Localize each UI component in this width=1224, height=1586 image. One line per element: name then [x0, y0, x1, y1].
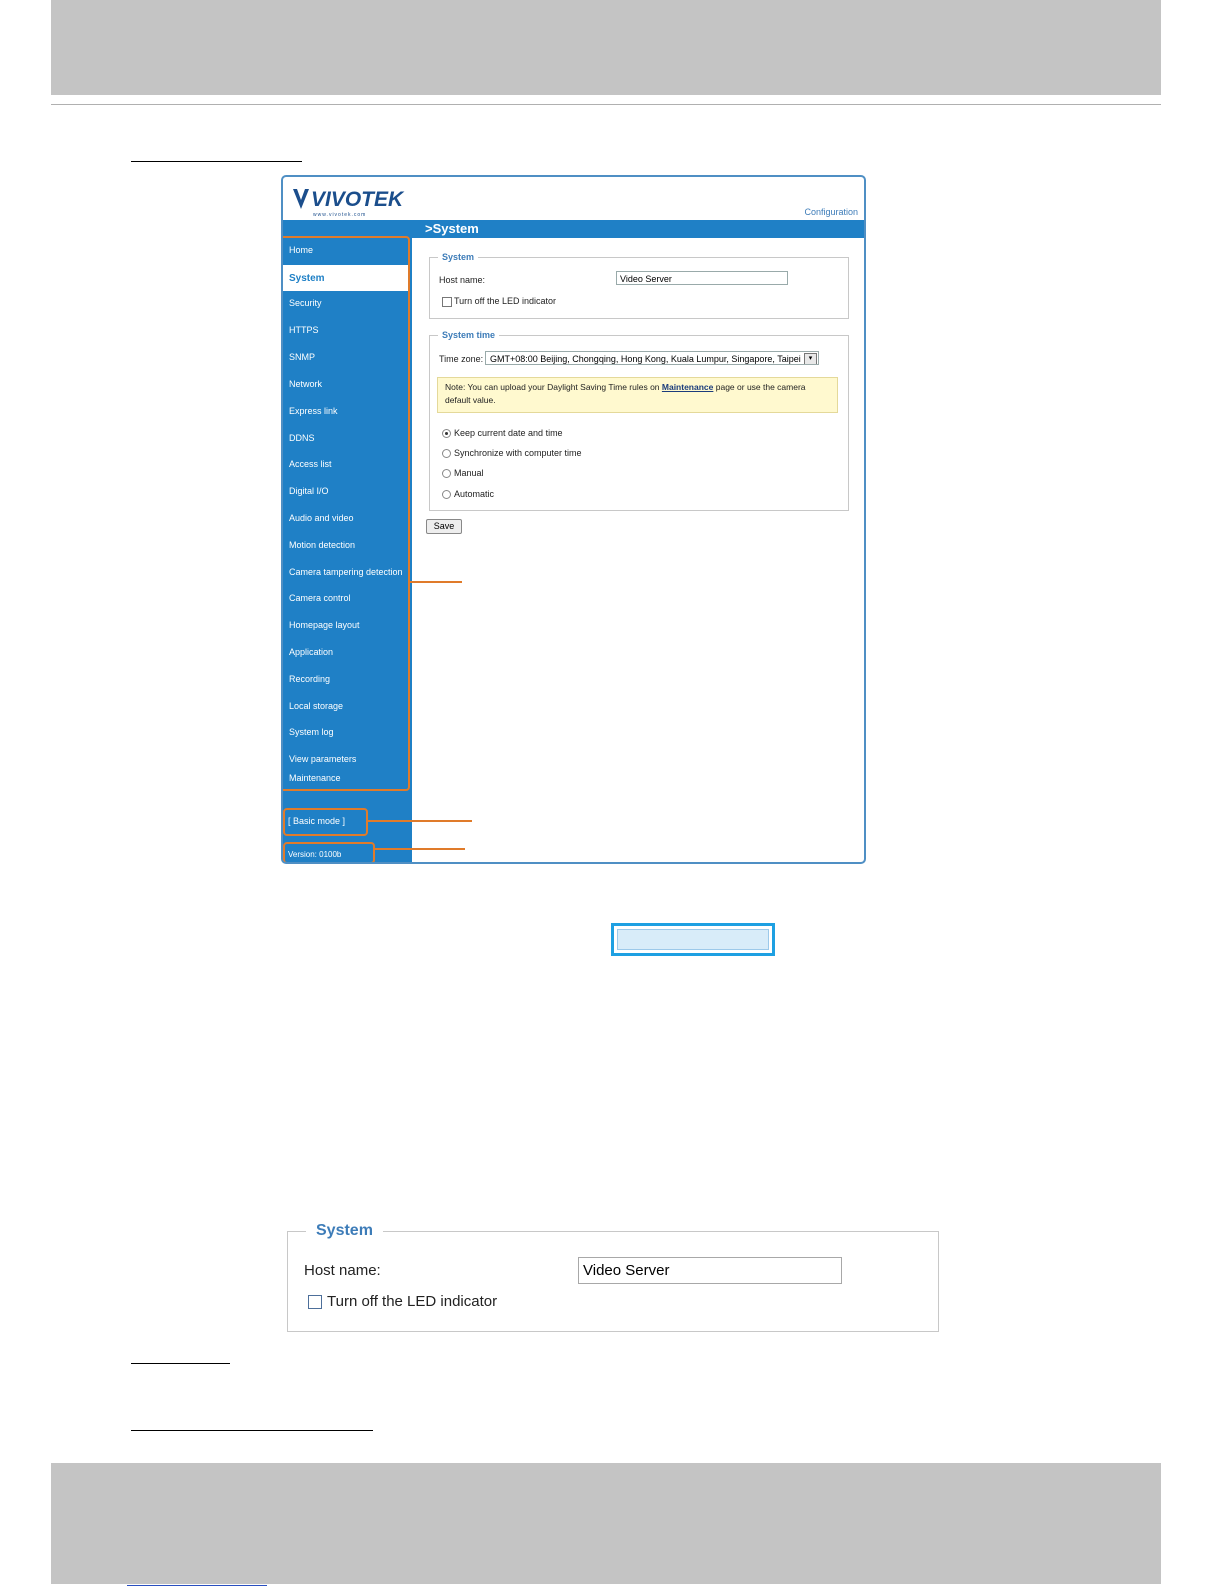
radio-label: Manual: [454, 468, 484, 478]
logo-subtext: www.vivotek.com: [313, 212, 367, 218]
page-header-band: [51, 0, 1161, 95]
version-annotation-line: [375, 848, 465, 850]
radio-label: Automatic: [454, 489, 495, 499]
version-label: Version: 0100b: [288, 850, 342, 859]
system-legend: System: [442, 252, 475, 262]
section-underline: [131, 161, 302, 162]
system-time-legend: System time: [442, 330, 496, 340]
time-zone-value: GMT+08:00 Beijing, Chongqing, Hong Kong,…: [490, 354, 801, 364]
enlarged-system-legend: System: [316, 1222, 373, 1239]
highlighted-button[interactable]: [611, 923, 775, 956]
section-underline-3: [131, 1430, 373, 1431]
basic-mode-link[interactable]: [ Basic mode ]: [288, 816, 345, 826]
enlarged-led-checkbox-label: Turn off the LED indicator: [327, 1293, 498, 1310]
maintenance-link[interactable]: Maintenance: [662, 382, 714, 392]
highlighted-button-inner: [617, 929, 769, 950]
led-checkbox[interactable]: [442, 297, 452, 307]
radio-automatic[interactable]: [442, 490, 451, 499]
logo-mark-icon: [293, 189, 309, 209]
menu-annotation-box: [283, 236, 410, 791]
chevron-down-icon: ▾: [804, 353, 817, 364]
enlarged-host-name-label: Host name:: [304, 1262, 381, 1279]
vivotek-logo: VIVOTEK www.vivotek.com: [291, 185, 411, 219]
time-zone-select[interactable]: GMT+08:00 Beijing, Chongqing, Hong Kong,…: [485, 351, 819, 365]
radio-label: Keep current date and time: [454, 428, 563, 438]
section-underline-2: [131, 1363, 230, 1364]
dst-note: Note: You can upload your Daylight Savin…: [437, 377, 838, 413]
time-zone-label: Time zone:: [439, 354, 484, 364]
menu-annotation-line: [410, 581, 462, 583]
radio-label: Synchronize with computer time: [454, 448, 582, 458]
radio-keep-current-date-and-time[interactable]: [442, 429, 451, 438]
save-button[interactable]: Save: [426, 519, 462, 534]
radio-synchronize-with-computer-time[interactable]: [442, 449, 451, 458]
host-name-label: Host name:: [439, 275, 486, 285]
basic-mode-annotation-line: [368, 820, 472, 822]
led-checkbox-label: Turn off the LED indicator: [454, 296, 557, 306]
host-name-input[interactable]: Video Server: [616, 271, 788, 285]
enlarged-led-checkbox[interactable]: [308, 1295, 322, 1309]
header-divider: [51, 104, 1161, 105]
enlarged-host-name-input[interactable]: Video Server: [578, 1257, 842, 1284]
configuration-link[interactable]: Configuration: [804, 207, 858, 217]
logo-text: VIVOTEK: [311, 188, 404, 211]
page-footer-band: [51, 1463, 1161, 1584]
note-text-prefix: Note: You can upload your Daylight Savin…: [445, 382, 662, 392]
radio-manual[interactable]: [442, 469, 451, 478]
config-screenshot: VIVOTEK www.vivotek.com Configuration >S…: [281, 175, 866, 864]
page-title: >System: [425, 221, 479, 236]
